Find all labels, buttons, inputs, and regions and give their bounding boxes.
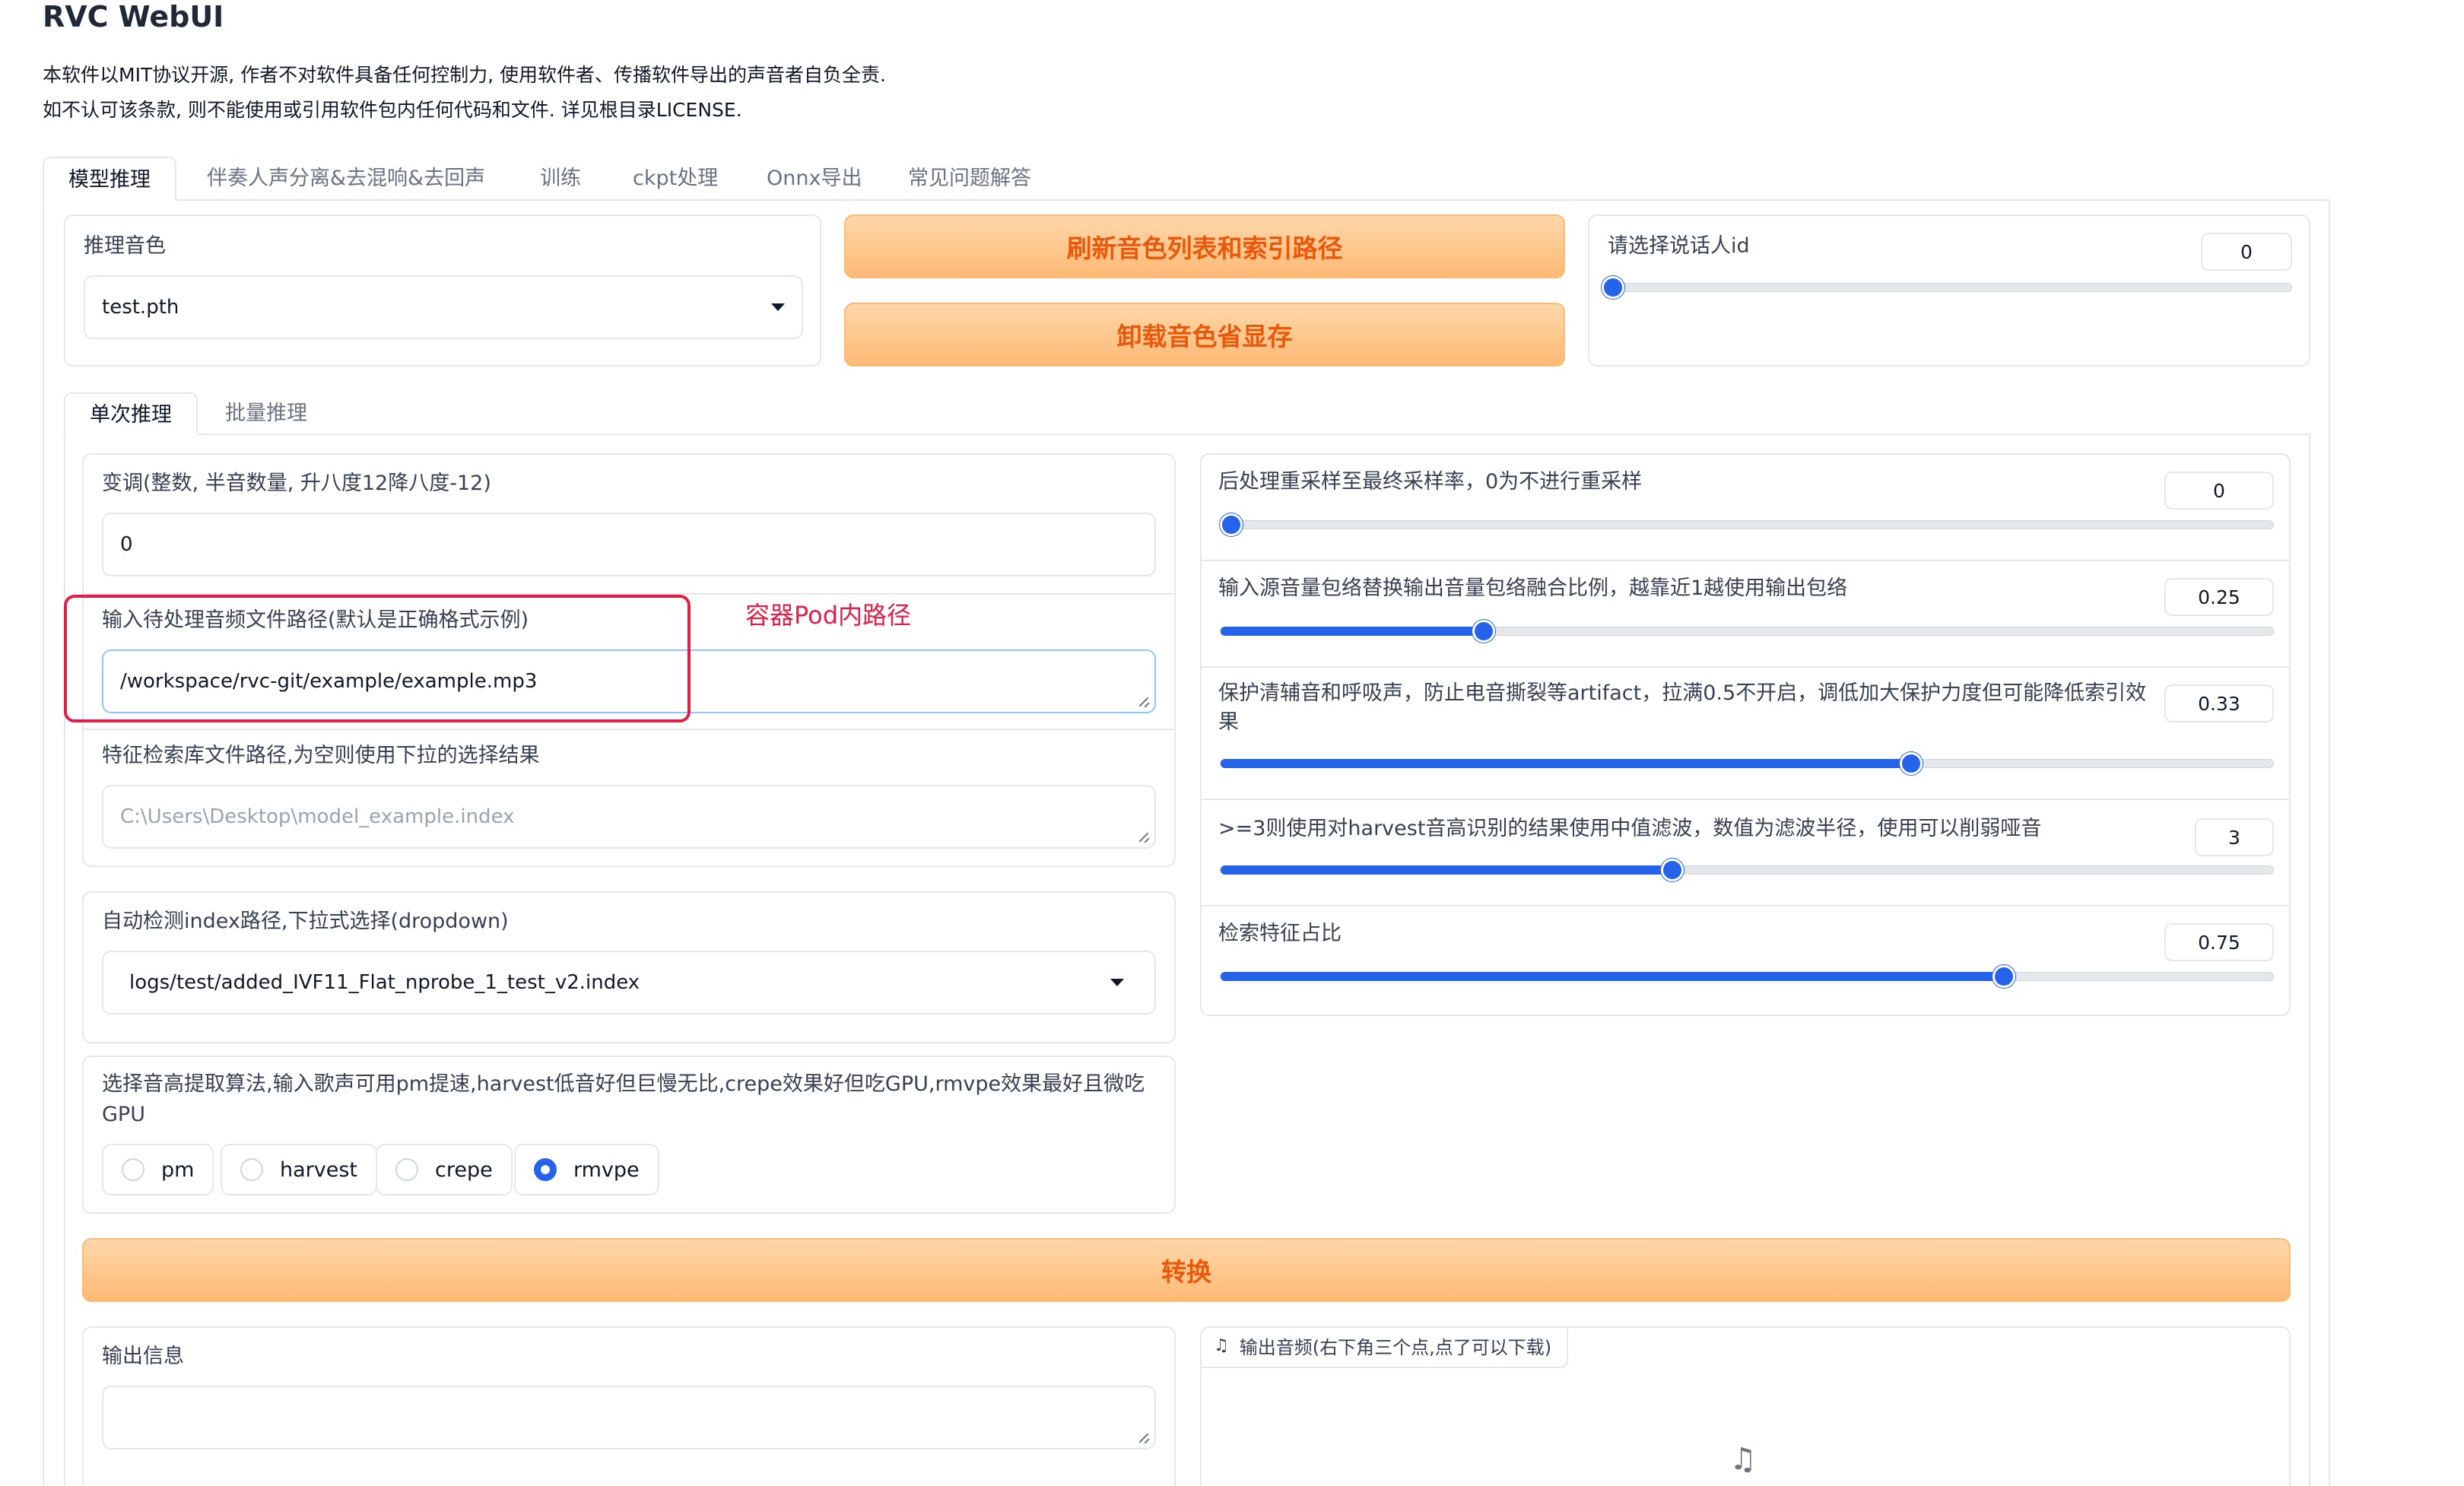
radio-label: rmvpe [573,1157,640,1182]
filter-radius-number[interactable]: 3 [2195,818,2274,856]
resize-handle-icon[interactable] [1139,697,1150,707]
index-path-label: 特征检索库文件路径,为空则使用下拉的选择结果 [102,744,540,767]
index-rate-number[interactable]: 0.75 [2164,923,2274,961]
speaker-id-slider[interactable] [1602,276,2292,299]
radio-label: crepe [435,1157,493,1182]
model-dropdown[interactable]: test.pth [84,275,803,339]
model-select-panel: 推理音色 test.pth [64,214,821,367]
filter-radius-slider[interactable] [1220,859,2274,881]
unload-model-button[interactable]: 卸载音色省显存 [844,303,1565,367]
slider-thumb[interactable] [1220,513,1243,536]
index-rate-slider[interactable] [1220,965,2274,988]
resample-number[interactable]: 0 [2164,472,2274,510]
index-path-field[interactable]: C:\Users\Desktop\model_example.index [102,785,1156,849]
rms-mix-number[interactable]: 0.25 [2164,578,2274,616]
tab-batch-inference[interactable]: 批量推理 [201,392,332,435]
tab-faq[interactable]: 常见问题解答 [884,157,1056,201]
annotation-box [64,595,691,722]
radio-circle-icon [122,1158,144,1181]
model-selected: test.pth [102,296,179,319]
tab-training[interactable]: 训练 [516,157,605,201]
tab-ckpt[interactable]: ckpt处理 [608,157,742,201]
auto-index-panel: 自动检测index路径,下拉式选择(dropdown) logs/test/ad… [82,891,1176,1043]
f0-method-label-line1: 选择音高提取算法,输入歌声可用pm提速,harvest低音好但巨慢无比,crep… [102,1072,1145,1096]
annotation-text: 容器Pod内路径 [745,601,912,630]
output-audio-panel: ♫ 输出音频(右下角三个点,点了可以下载) ♫ [1200,1326,2291,1486]
radio-rmvpe[interactable]: rmvpe [514,1144,659,1195]
transpose-input[interactable]: 0 [102,513,1156,576]
output-audio-tag: ♫ 输出音频(右下角三个点,点了可以下载) [1202,1328,1569,1368]
resample-slider[interactable] [1220,513,2274,536]
f0-method-panel: 选择音高提取算法,输入歌声可用pm提速,harvest低音好但巨慢无比,crep… [82,1056,1176,1214]
auto-index-dropdown[interactable]: logs/test/added_IVF11_Flat_nprobe_1_test… [102,951,1156,1014]
index-path-placeholder: C:\Users\Desktop\model_example.index [120,805,515,828]
slider-fill [1221,759,1911,768]
output-info-panel: 输出信息 [82,1326,1176,1486]
divider [1202,560,2289,561]
index-rate-label: 检索特征占比 [1218,922,1342,945]
sliders-panel: 后处理重采样至最终采样率，0为不进行重采样 0 输入源音量包络替换输出音量包络融… [1200,453,2291,1016]
tab-onnx-export[interactable]: Onnx导出 [742,157,886,201]
music-note-icon: ♫ [1214,1336,1229,1355]
protect-number[interactable]: 0.33 [2164,684,2274,722]
speaker-id-panel: 请选择说话人id 0 [1588,214,2310,367]
radio-pm[interactable]: pm [102,1144,214,1195]
protect-slider[interactable] [1220,752,2274,775]
protect-label: 保护清辅音和呼吸声，防止电音撕裂等artifact，拉满0.5不开启，调低加大保… [1218,681,2147,705]
auto-index-selected: logs/test/added_IVF11_Flat_nprobe_1_test… [129,971,640,994]
speaker-id-label: 请选择说话人id [1608,234,1750,258]
tab-model-inference[interactable]: 模型推理 [43,157,176,201]
protect-label-line2: 果 [1218,710,1239,734]
divider [1202,799,2289,800]
divider [1202,666,2289,668]
slider-thumb[interactable] [1661,859,1684,881]
slider-thumb[interactable] [1900,752,1923,775]
divider [84,729,1174,730]
tab-single-inference[interactable]: 单次推理 [64,392,198,435]
tab-vocal-separation[interactable]: 伴奏人声分离&去混响&去回声 [183,157,510,201]
output-info-label: 输出信息 [102,1345,184,1368]
chevron-down-icon [1110,979,1124,986]
rms-mix-slider[interactable] [1220,620,2274,643]
model-label: 推理音色 [84,234,166,258]
transpose-label: 变调(整数, 半音数量, 升八度12降八度-12) [102,472,491,495]
chevron-down-icon [771,303,785,311]
refresh-models-button[interactable]: 刷新音色列表和索引路径 [844,214,1565,278]
slider-thumb[interactable] [1992,965,2015,988]
app-title: RVC WebUI [43,0,224,33]
radio-harvest[interactable]: harvest [221,1144,378,1195]
radio-label: pm [161,1157,195,1182]
radio-crepe[interactable]: crepe [376,1144,513,1195]
music-note-icon: ♫ [1729,1442,1757,1477]
output-info-textarea[interactable] [102,1386,1156,1449]
slider-fill [1221,627,1484,636]
radio-label: harvest [280,1157,358,1182]
rms-mix-label: 输入源音量包络替换输出音量包络融合比例，越靠近1越使用输出包络 [1218,576,1848,600]
speaker-id-number[interactable]: 0 [2201,233,2292,271]
slider-fill [1221,865,1672,875]
resize-handle-icon[interactable] [1139,1433,1150,1443]
auto-index-label: 自动检测index路径,下拉式选择(dropdown) [102,910,509,933]
resize-handle-icon[interactable] [1139,832,1150,843]
divider [1202,905,2289,907]
license-text-line1: 本软件以MIT协议开源, 作者不对软件具备任何控制力, 使用软件者、传播软件导出… [43,64,886,86]
output-audio-label: 输出音频(右下角三个点,点了可以下载) [1239,1337,1552,1358]
filter-radius-label: >=3则使用对harvest音高识别的结果使用中值滤波，数值为滤波半径，使用可以… [1218,817,2042,840]
slider-thumb[interactable] [1602,276,1624,299]
radio-circle-icon [240,1158,263,1181]
radio-selected-icon [534,1158,557,1181]
radio-circle-icon [395,1158,418,1181]
slider-fill [1221,972,2004,981]
license-text-line2: 如不认可该条款, 则不能使用或引用软件包内任何代码和文件. 详见根目录LICEN… [43,99,742,121]
f0-method-label-line2: GPU [102,1103,145,1126]
slider-thumb[interactable] [1472,620,1495,643]
convert-button[interactable]: 转换 [82,1238,2291,1302]
resample-label: 后处理重采样至最终采样率，0为不进行重采样 [1218,470,1643,494]
